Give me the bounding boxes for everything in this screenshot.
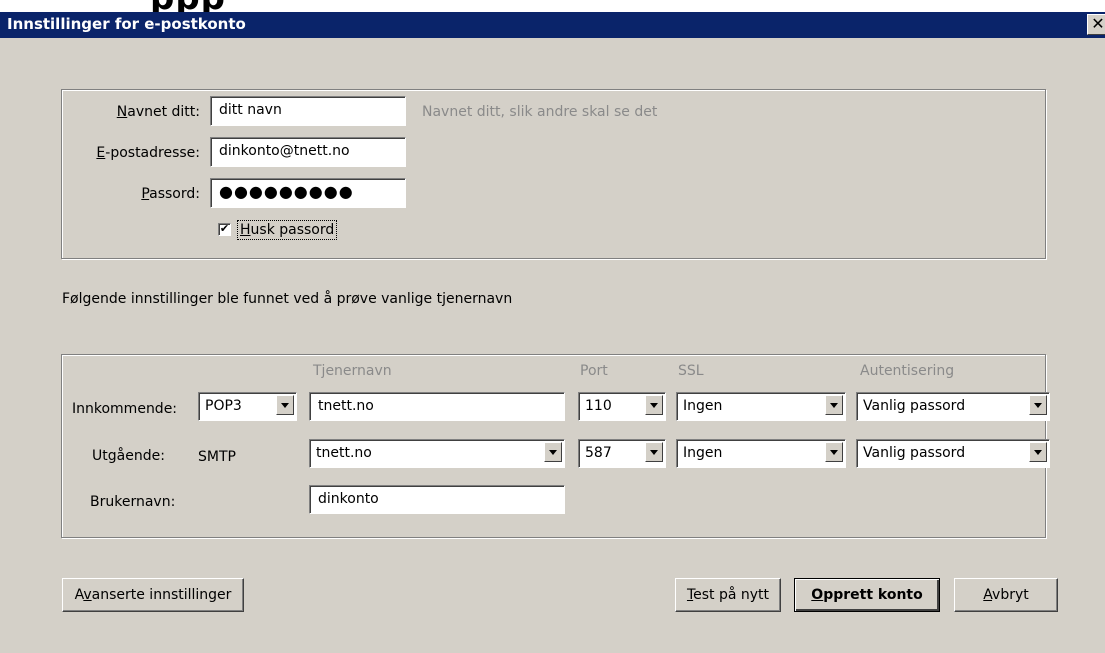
- remember-password-checkbox[interactable]: ✔: [218, 223, 231, 236]
- incoming-auth-value: Vanlig passord: [863, 398, 966, 414]
- incoming-hostname-input[interactable]: tnett.no: [309, 392, 565, 421]
- remember-password-label[interactable]: Husk passord: [237, 220, 338, 240]
- chevron-down-icon[interactable]: [276, 395, 294, 415]
- email-input[interactable]: dinkonto@tnett.no: [210, 137, 406, 167]
- password-input[interactable]: ●●●●●●●●●: [210, 178, 406, 208]
- chevron-down-icon[interactable]: [825, 442, 843, 462]
- ssl-header: SSL: [678, 363, 704, 379]
- title-bar: Innstillinger for e-postkonto: [0, 12, 1105, 38]
- name-input[interactable]: ditt navn: [210, 96, 406, 126]
- create-account-button[interactable]: Opprett konto: [794, 578, 940, 612]
- close-icon: ✕: [1091, 14, 1105, 33]
- chevron-down-icon[interactable]: [645, 442, 663, 462]
- auth-header: Autentisering: [860, 363, 955, 379]
- incoming-auth-select[interactable]: Vanlig passord: [856, 392, 1050, 421]
- check-icon: ✔: [219, 222, 230, 235]
- port-header: Port: [580, 363, 608, 379]
- cancel-button[interactable]: Avbryt: [954, 578, 1058, 612]
- found-settings-message: Følgende innstillinger ble funnet ved å …: [62, 291, 513, 307]
- incoming-protocol-value: POP3: [205, 398, 242, 414]
- advanced-settings-button[interactable]: Avanserte innstillinger: [62, 578, 244, 612]
- outgoing-auth-value: Vanlig passord: [863, 445, 966, 461]
- incoming-port-select[interactable]: 110: [578, 392, 666, 421]
- chevron-down-icon[interactable]: [645, 395, 663, 415]
- username-input[interactable]: dinkonto: [309, 485, 565, 514]
- chevron-down-icon[interactable]: [544, 442, 562, 462]
- name-label: Navnet ditt:: [116, 104, 200, 120]
- outgoing-hostname-select[interactable]: tnett.no: [309, 439, 565, 468]
- outgoing-port-value: 587: [585, 445, 612, 461]
- incoming-label: Innkommende:: [72, 401, 178, 417]
- incoming-ssl-value: Ingen: [683, 398, 723, 414]
- email-label: E-postadresse:: [96, 145, 200, 161]
- top-cropped-area: ppp: [0, 0, 1105, 12]
- hostname-header: Tjenernavn: [313, 363, 392, 379]
- chevron-down-icon[interactable]: [1029, 395, 1047, 415]
- dialog-body: Navnet ditt: ditt navn Navnet ditt, slik…: [0, 38, 1105, 653]
- outgoing-ssl-value: Ingen: [683, 445, 723, 461]
- window-title: Innstillinger for e-postkonto: [7, 15, 246, 33]
- incoming-protocol-select[interactable]: POP3: [198, 392, 297, 421]
- outgoing-ssl-select[interactable]: Ingen: [676, 439, 846, 468]
- outgoing-protocol: SMTP: [198, 449, 236, 465]
- incoming-ssl-select[interactable]: Ingen: [676, 392, 846, 421]
- password-mask: ●●●●●●●●●: [219, 182, 354, 201]
- username-label: Brukernavn:: [90, 494, 176, 510]
- password-label: Passord:: [141, 186, 200, 202]
- incoming-port-value: 110: [585, 398, 612, 414]
- chevron-down-icon[interactable]: [825, 395, 843, 415]
- close-button[interactable]: ✕: [1087, 14, 1105, 35]
- outgoing-auth-select[interactable]: Vanlig passord: [856, 439, 1050, 468]
- outgoing-hostname-value: tnett.no: [316, 445, 372, 461]
- cropped-heading-text: ppp: [150, 0, 226, 12]
- retest-button[interactable]: Test på nytt: [675, 578, 781, 612]
- chevron-down-icon[interactable]: [1029, 442, 1047, 462]
- outgoing-port-select[interactable]: 587: [578, 439, 666, 468]
- outgoing-label: Utgående:: [92, 448, 165, 464]
- name-hint: Navnet ditt, slik andre skal se det: [422, 104, 658, 120]
